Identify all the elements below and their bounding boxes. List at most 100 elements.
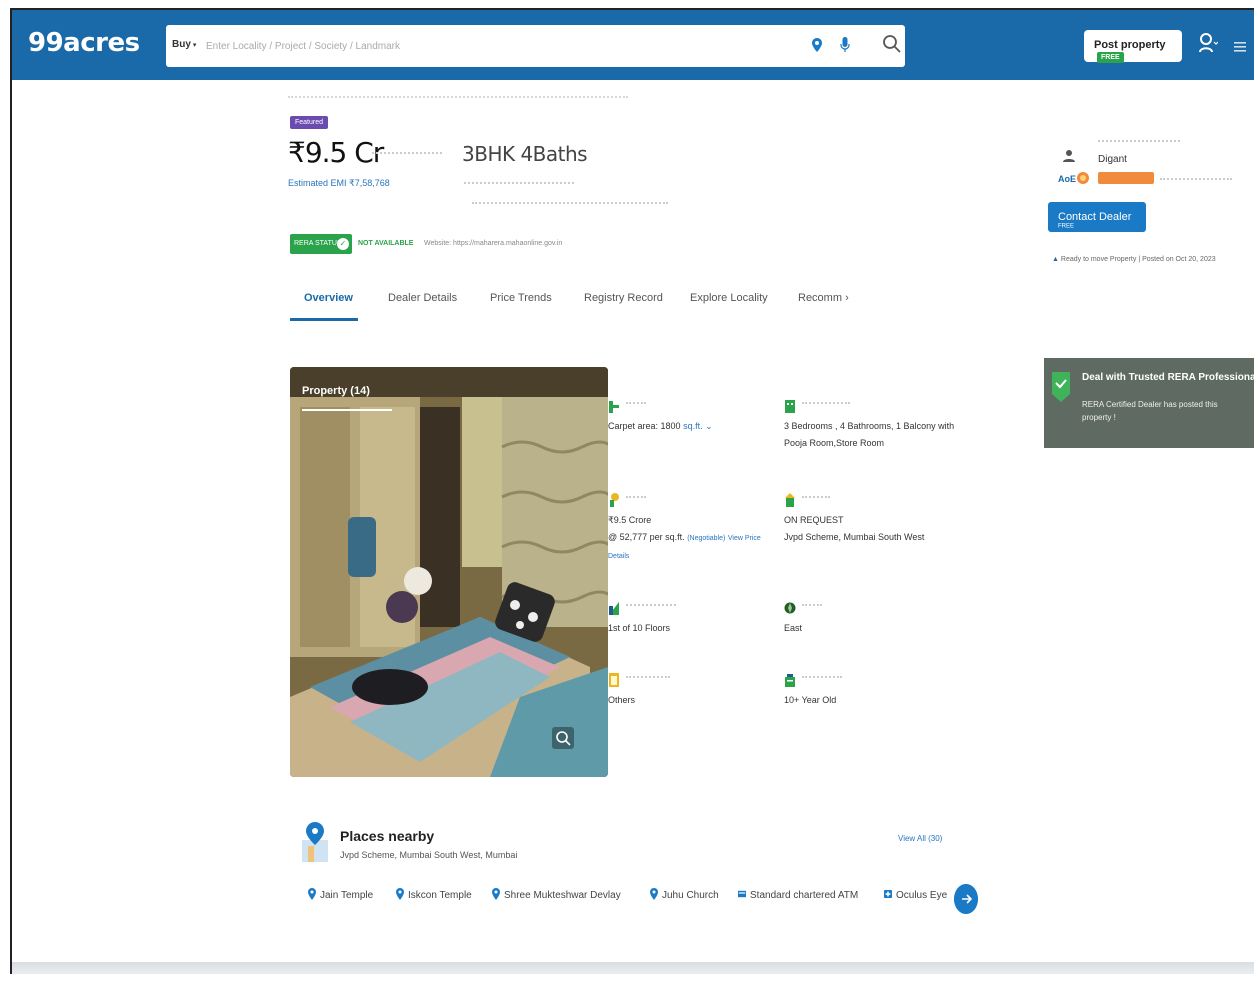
photo-label-underline: [302, 409, 392, 411]
tab-registry-record[interactable]: Registry Record: [584, 292, 663, 304]
place-chip[interactable]: Juhu Church: [650, 888, 719, 901]
places-nearby-title: Places nearby: [340, 828, 435, 844]
floor-icon: [609, 602, 619, 615]
place-chip[interactable]: Oculus Eye: [884, 888, 947, 901]
carousel-next-icon[interactable]: [954, 884, 978, 914]
rera-status-badge: RERA STATUS ✓: [290, 234, 352, 254]
price-per-sqft-faded: [372, 152, 442, 156]
search-icon[interactable]: [882, 34, 902, 54]
location-pin-icon: [396, 888, 404, 900]
listing-subtitle-faded: [464, 182, 574, 185]
chevron-down-icon: ⌄: [705, 421, 713, 431]
rera-banner-title: Deal with Trusted RERA Professionals: [1082, 372, 1254, 383]
search-mode-dropdown[interactable]: Buy ▾: [172, 39, 196, 50]
location-icon[interactable]: [812, 38, 822, 52]
featured-badge: Featured: [290, 116, 329, 129]
detail-configuration-value: 3 Bedrooms , 4 Bathrooms, 1 Balcony with…: [784, 421, 955, 448]
detail-area-label-faded: [626, 402, 646, 406]
check-icon: ✓: [337, 238, 349, 250]
tab-recommendations[interactable]: Recomm ›: [798, 292, 849, 304]
detail-facing-label-faded: [802, 604, 822, 608]
detail-configuration-label-faded: [802, 402, 850, 406]
address-icon: [785, 493, 795, 507]
photo-count-label: Property (14): [302, 385, 370, 397]
chevron-right-icon: ›: [845, 292, 849, 304]
breadcrumb: [288, 96, 628, 102]
listing-address-faded: [472, 202, 668, 205]
tab-explore-locality[interactable]: Explore Locality: [690, 292, 768, 304]
browser-viewport: 99acres Buy▾ Post propertyFREE Featured …: [10, 8, 1254, 974]
detail-age-label-faded: [802, 676, 842, 680]
price-details-link[interactable]: Details: [608, 553, 629, 560]
price-tag-icon: [610, 493, 619, 507]
building-age-icon: [785, 674, 795, 687]
location-pin-icon: [308, 888, 316, 900]
rera-shield-icon: [1052, 372, 1070, 402]
site-logo[interactable]: 99acres: [28, 28, 140, 58]
user-account-icon[interactable]: [1198, 32, 1218, 56]
free-badge: FREE: [1097, 51, 1124, 63]
emi-link[interactable]: Estimated EMI ₹7,58,768: [288, 178, 390, 189]
home-icon: ▲: [1052, 256, 1059, 263]
ownership-document-icon: [609, 673, 619, 687]
rera-website[interactable]: Website: https://maharera.mahaonline.gov…: [424, 240, 562, 247]
detail-ownership-value: Others: [608, 695, 636, 705]
chevron-down-icon: ▾: [192, 42, 197, 49]
property-photo[interactable]: Property (14): [290, 367, 608, 777]
listing-tabs: Overview Dealer Details Price Trends Reg…: [290, 282, 870, 326]
view-all-places-link[interactable]: View All (30): [898, 834, 942, 843]
listing-config: 3BHK 4Baths: [462, 142, 588, 166]
dealer-avatar-icon: [1063, 150, 1075, 162]
location-pin-icon: [650, 888, 658, 900]
bedroom-photo-image: [290, 367, 608, 777]
detail-address-label-faded: [802, 496, 830, 500]
detail-ownership-label-faded: [626, 676, 670, 680]
nearby-places-list: Jain Temple Iskcon Temple Shree Mukteshw…: [308, 884, 988, 914]
svg-text:AoE: AoE: [1058, 174, 1076, 184]
hospital-icon: [884, 890, 892, 898]
dealer-label-faded: [1098, 140, 1180, 143]
place-chip[interactable]: Jain Temple: [308, 888, 373, 901]
detail-facing-value: East: [784, 623, 803, 633]
post-property-button[interactable]: Post propertyFREE: [1084, 30, 1182, 63]
hamburger-menu-icon[interactable]: [1234, 42, 1246, 52]
detail-area-value: Carpet area: 1800 sq.ft. ⌄: [608, 421, 713, 431]
places-nearby-subtitle: Jvpd Scheme, Mumbai South West, Mumbai: [340, 850, 518, 860]
tab-dealer-details[interactable]: Dealer Details: [388, 292, 457, 304]
bottom-scrollbar-area: [12, 962, 1254, 974]
dealer-meta-faded: [1160, 178, 1232, 181]
place-chip[interactable]: Shree Mukteshwar Devlay: [492, 888, 621, 901]
tab-overview[interactable]: Overview: [304, 292, 353, 304]
map-pin-icon: [302, 822, 328, 862]
detail-floor-label-faded: [626, 604, 676, 608]
microphone-icon[interactable]: [840, 37, 850, 53]
search-input[interactable]: [206, 35, 786, 57]
compass-icon: [784, 602, 796, 614]
detail-price-label-faded: [626, 496, 646, 500]
contact-dealer-button[interactable]: Contact Dealer FREE: [1048, 202, 1146, 232]
place-chip[interactable]: Iskcon Temple: [396, 888, 472, 901]
rera-promo-banner[interactable]: Deal with Trusted RERA Professionals RER…: [1044, 358, 1254, 448]
rera-value: NOT AVAILABLE: [358, 240, 414, 247]
detail-address-value: ON REQUEST Jvpd Scheme, Mumbai South West: [784, 515, 925, 542]
contact-free-badge: FREE: [1058, 223, 1075, 230]
zoom-in-icon[interactable]: [552, 727, 574, 749]
place-chip[interactable]: Standard chartered ATM: [738, 888, 858, 901]
active-tab-indicator: [290, 318, 358, 321]
configuration-icon: [785, 400, 795, 413]
listing-price: ₹9.5 Cr: [288, 136, 384, 169]
location-pin-icon: [492, 888, 500, 900]
top-navbar: 99acres Buy▾ Post propertyFREE: [12, 10, 1254, 80]
view-price-details-link[interactable]: View Price: [728, 535, 761, 542]
dealer-name[interactable]: Digant: [1098, 154, 1127, 165]
area-unit-dropdown[interactable]: sq.ft. ⌄: [683, 421, 713, 431]
detail-property-age-value: 10+ Year Old: [784, 695, 837, 705]
atm-icon: [738, 890, 746, 898]
rera-certified-badge-icon: AoE: [1058, 172, 1089, 184]
tab-price-trends[interactable]: Price Trends: [490, 292, 552, 304]
property-status-line: ▲ Ready to move Property | Posted on Oct…: [1052, 256, 1216, 263]
area-icon: [609, 401, 619, 413]
detail-floor-value: 1st of 10 Floors: [608, 623, 671, 633]
rera-banner-desc: RERA Certified Dealer has posted this pr…: [1082, 400, 1218, 422]
dealer-tag-badge: [1098, 172, 1154, 184]
